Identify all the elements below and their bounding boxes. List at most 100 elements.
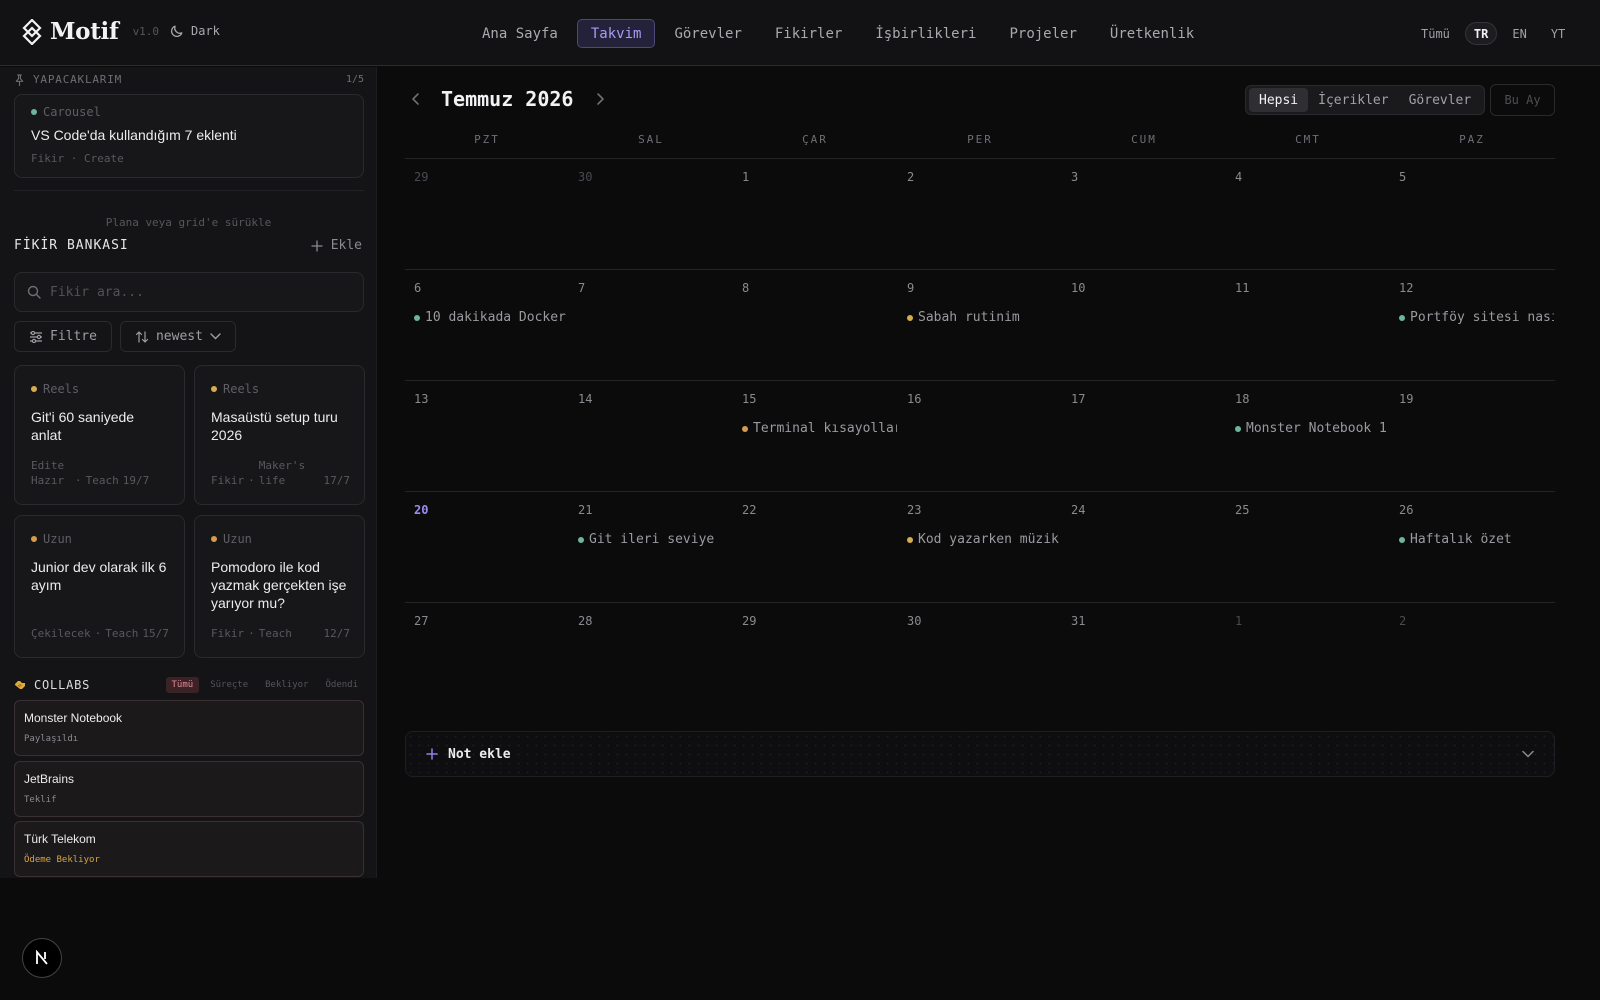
theme-toggle[interactable]: Dark: [170, 24, 220, 38]
calendar-day[interactable]: 14: [569, 381, 733, 491]
collab-tab-paid[interactable]: Ödendi: [319, 677, 364, 693]
collab-tab-waiting[interactable]: Bekliyor: [259, 677, 314, 693]
calendar-day[interactable]: 13: [405, 381, 569, 491]
idea-card[interactable]: Uzun Pomodoro ile kod yazmak gerçekten i…: [194, 515, 365, 658]
calendar-day[interactable]: 8: [733, 270, 897, 380]
calendar-day[interactable]: 19: [1390, 381, 1554, 491]
calendar-day[interactable]: 6 10 dakikada Docker: [405, 270, 569, 380]
add-note-bar[interactable]: Not ekle: [405, 731, 1555, 777]
calendar-day[interactable]: 10: [1062, 270, 1226, 380]
calendar-day[interactable]: 28: [569, 603, 733, 713]
calendar-day[interactable]: 15 Terminal kısayolları: [733, 381, 897, 491]
calendar-day[interactable]: 21 Git ileri seviye: [569, 492, 733, 602]
calendar-event[interactable]: Monster Notebook 1: [1235, 421, 1390, 436]
lang-all[interactable]: Tümü: [1412, 22, 1459, 45]
add-label: Ekle: [330, 238, 362, 253]
calendar-event[interactable]: Terminal kısayolları: [742, 421, 897, 436]
calendar-day[interactable]: 24: [1062, 492, 1226, 602]
idea-search: [14, 272, 364, 312]
calendar-day[interactable]: 30: [898, 603, 1062, 713]
event-dot: [578, 536, 584, 543]
sort-dropdown[interactable]: newest: [119, 321, 236, 352]
collab-item[interactable]: Monster Notebook Paylaşıldı: [14, 700, 364, 756]
calendar-event[interactable]: Git ileri seviye: [578, 532, 733, 547]
calendar-day[interactable]: 20: [405, 492, 569, 602]
weekday: CUM: [1131, 133, 1157, 146]
calendar-event[interactable]: 10 dakikada Docker: [414, 310, 569, 325]
chevron-left-icon[interactable]: [411, 92, 421, 106]
weekday: PZT: [474, 133, 500, 146]
nav-calendar[interactable]: Takvim: [576, 19, 656, 48]
lang-yt[interactable]: YT: [1542, 22, 1574, 45]
idea-card[interactable]: Reels Masaüstü setup turu 2026 Fikir · M…: [194, 365, 365, 505]
filter-contents[interactable]: İçerikler: [1308, 88, 1398, 112]
collab-tab-in-progress[interactable]: Süreçte: [204, 677, 254, 693]
event-label: Terminal kısayolları: [753, 421, 897, 436]
calendar-day[interactable]: 9 Sabah rutinim: [898, 270, 1062, 380]
nav-home[interactable]: Ana Sayfa: [468, 19, 572, 48]
calendar-day[interactable]: 4: [1226, 159, 1390, 269]
calendar-day[interactable]: 5: [1390, 159, 1554, 269]
chevron-right-icon[interactable]: [595, 92, 605, 106]
collab-item[interactable]: JetBrains Teklif: [14, 761, 364, 817]
calendar-day[interactable]: 17: [1062, 381, 1226, 491]
dev-badge[interactable]: [22, 938, 62, 978]
calendar-day[interactable]: 18 Monster Notebook 1: [1226, 381, 1390, 491]
nav-productivity[interactable]: Üretkenlik: [1096, 19, 1208, 48]
idea-card[interactable]: Reels Git'i 60 saniyede anlat Edite Hazı…: [14, 365, 185, 505]
calendar-day[interactable]: 25: [1226, 492, 1390, 602]
filter-button[interactable]: Filtre: [14, 321, 112, 352]
lang-tr[interactable]: TR: [1464, 22, 1498, 45]
sort-label: newest: [155, 329, 203, 344]
pin-icon: [14, 73, 25, 86]
search-input[interactable]: [50, 284, 351, 300]
calendar-day[interactable]: 1: [733, 159, 897, 269]
day-number: 25: [1235, 503, 1250, 517]
event-dot: [414, 314, 420, 321]
moon-icon: [170, 24, 184, 38]
calendar-day[interactable]: 16: [898, 381, 1062, 491]
brand[interactable]: Motif v1.0: [22, 18, 159, 45]
day-number: 3: [1071, 170, 1079, 184]
calendar-day[interactable]: 11: [1226, 270, 1390, 380]
calendar-day[interactable]: 2: [898, 159, 1062, 269]
calendar-day[interactable]: 29: [405, 159, 569, 269]
calendar-day[interactable]: 12 Portföy sitesi nasıl: [1390, 270, 1554, 380]
calendar-day[interactable]: 3: [1062, 159, 1226, 269]
calendar-day[interactable]: 7: [569, 270, 733, 380]
calendar-day[interactable]: 22: [733, 492, 897, 602]
idea-card[interactable]: Uzun Junior dev olarak ilk 6 ayım Çekile…: [14, 515, 185, 658]
add-idea-button[interactable]: Ekle: [311, 238, 364, 253]
nav-ideas[interactable]: Fikirler: [761, 19, 856, 48]
calendar-day[interactable]: 2: [1390, 603, 1554, 713]
idea-tag: Reels: [31, 382, 168, 396]
nav-collaborations[interactable]: İşbirlikleri: [861, 19, 990, 48]
calendar-day[interactable]: 29: [733, 603, 897, 713]
nav-projects[interactable]: Projeler: [995, 19, 1090, 48]
calendar-event[interactable]: Haftalık özet: [1399, 532, 1554, 547]
divider: [14, 190, 364, 191]
search-icon: [27, 285, 41, 299]
todo-card[interactable]: Carousel VS Code'da kullandığım 7 eklent…: [14, 94, 364, 178]
collab-item[interactable]: Türk Telekom Ödeme Bekliyor: [14, 821, 364, 877]
idea-meta: Fikir · Maker's life 17/7: [211, 459, 350, 487]
calendar-event[interactable]: Portföy sitesi nasıl: [1399, 310, 1554, 325]
calendar-event[interactable]: Sabah rutinim: [907, 310, 1062, 325]
day-number: 24: [1071, 503, 1086, 517]
filter-tasks[interactable]: Görevler: [1399, 88, 1482, 112]
calendar-day[interactable]: 26 Haftalık özet: [1390, 492, 1554, 602]
chevron-down-icon[interactable]: [1522, 750, 1534, 758]
filter-all[interactable]: Hepsi: [1249, 88, 1309, 112]
nav-tasks[interactable]: Görevler: [660, 19, 755, 48]
weekday: SAL: [638, 133, 664, 146]
calendar-day[interactable]: 27: [405, 603, 569, 713]
calendar-day[interactable]: 23 Kod yazarken müzik: [898, 492, 1062, 602]
calendar-day[interactable]: 31: [1062, 603, 1226, 713]
sort-arrows-icon: [135, 330, 149, 344]
lang-en[interactable]: EN: [1503, 22, 1535, 45]
this-month-button[interactable]: Bu Ay: [1490, 84, 1555, 116]
calendar-day[interactable]: 1: [1226, 603, 1390, 713]
collab-tab-all[interactable]: Tümü: [165, 677, 200, 693]
calendar-event[interactable]: Kod yazarken müzik: [907, 532, 1062, 547]
calendar-day[interactable]: 30: [569, 159, 733, 269]
